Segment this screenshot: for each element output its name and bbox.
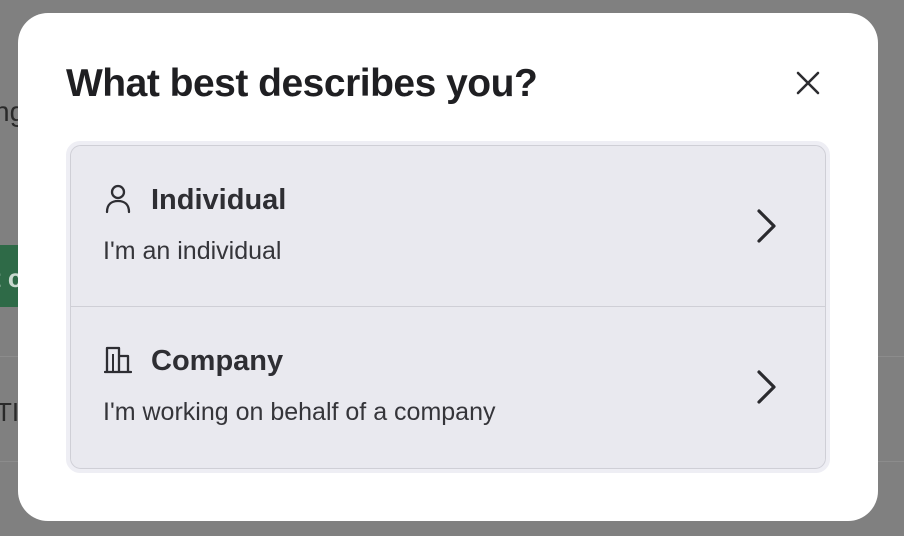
background-text-fragment: TI bbox=[0, 397, 20, 427]
option-title: Individual bbox=[151, 184, 287, 216]
option-description: I'm working on behalf of a company bbox=[103, 398, 496, 426]
chevron-right-icon bbox=[757, 370, 776, 404]
option-individual[interactable]: Individual I'm an individual bbox=[71, 146, 825, 306]
person-icon bbox=[105, 184, 131, 214]
option-list: Individual I'm an individual Company I'm… bbox=[66, 141, 830, 473]
option-description: I'm an individual bbox=[103, 237, 282, 265]
close-button[interactable] bbox=[788, 63, 828, 103]
close-icon bbox=[796, 71, 820, 95]
option-title: Company bbox=[151, 345, 284, 377]
describe-you-dialog: What best describes you? Individual I'm … bbox=[18, 13, 878, 521]
dialog-title: What best describes you? bbox=[66, 62, 538, 105]
building-icon bbox=[104, 346, 132, 374]
option-company[interactable]: Company I'm working on behalf of a compa… bbox=[71, 306, 825, 467]
chevron-right-icon bbox=[757, 209, 776, 243]
